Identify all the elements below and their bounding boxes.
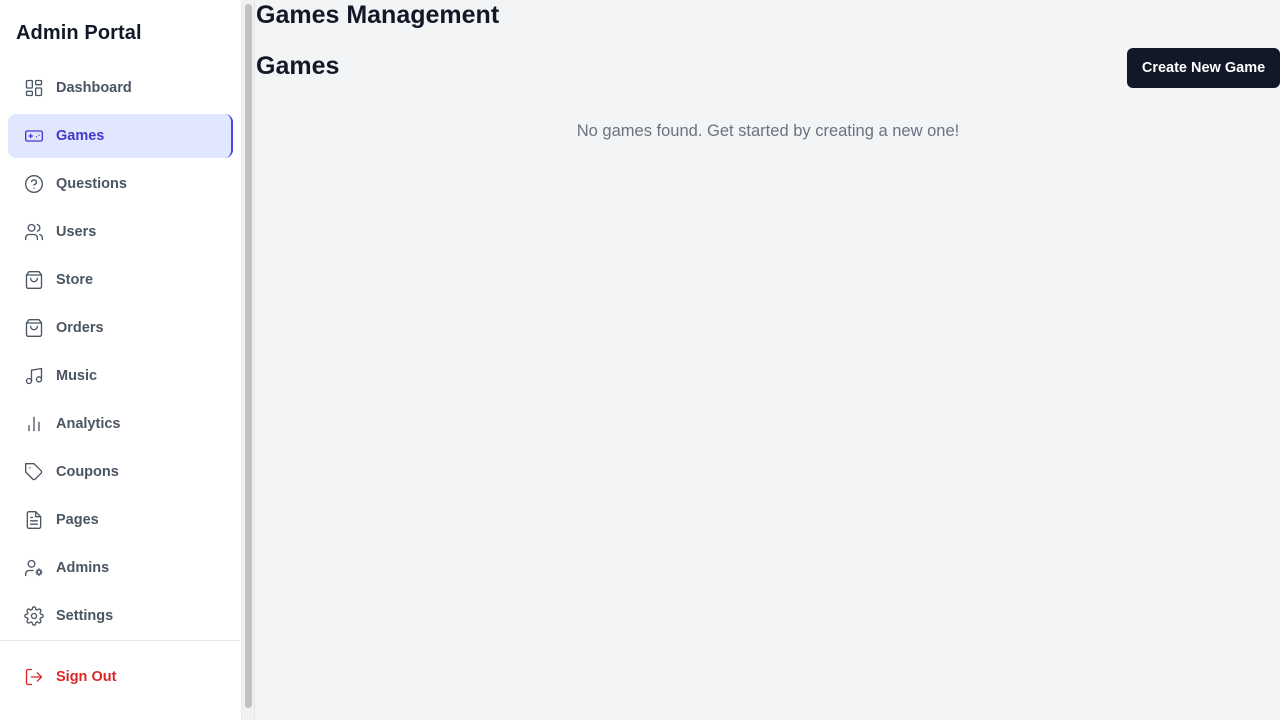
sidebar-nav: Dashboard Games Questions Users Store Or… xyxy=(8,66,233,642)
sidebar-item-label: Admins xyxy=(56,560,110,576)
log-out-icon xyxy=(24,667,44,687)
shopping-bag-icon xyxy=(24,318,44,338)
sidebar-item-users[interactable]: Users xyxy=(8,210,233,254)
sidebar-item-label: Games xyxy=(56,128,105,144)
user-cog-icon xyxy=(24,558,44,578)
sidebar-item-label: Dashboard xyxy=(56,80,132,96)
brand-title: Admin Portal xyxy=(16,22,142,44)
sidebar-item-questions[interactable]: Questions xyxy=(8,162,233,206)
sidebar-item-label: Users xyxy=(56,224,97,240)
create-new-game-button[interactable]: Create New Game xyxy=(1127,48,1280,88)
page-title: Games Management xyxy=(256,1,500,29)
sidebar-item-label: Analytics xyxy=(56,416,121,432)
sidebar-item-label: Store xyxy=(56,272,94,288)
shopping-bag-icon xyxy=(24,270,44,290)
sidebar-item-label: Settings xyxy=(56,608,114,624)
sidebar-item-admins[interactable]: Admins xyxy=(8,546,233,590)
sidebar-item-label: Music xyxy=(56,368,98,384)
sidebar-item-music[interactable]: Music xyxy=(8,354,233,398)
dashboard-icon xyxy=(24,78,44,98)
sidebar-item-analytics[interactable]: Analytics xyxy=(8,402,233,446)
gear-icon xyxy=(24,606,44,626)
sidebar-divider xyxy=(0,640,241,641)
tag-icon xyxy=(24,462,44,482)
sidebar: Admin Portal Dashboard Games Questions U… xyxy=(0,0,242,720)
question-circle-icon xyxy=(24,174,44,194)
sign-out-button[interactable]: Sign Out xyxy=(8,655,233,699)
sidebar-item-label: Questions xyxy=(56,176,127,192)
app-root: Admin Portal Dashboard Games Questions U… xyxy=(0,0,1280,720)
sign-out-label: Sign Out xyxy=(56,669,117,685)
sidebar-item-label: Orders xyxy=(56,320,104,336)
sidebar-item-settings[interactable]: Settings xyxy=(8,594,233,638)
main-content: Games Management Games Create New Game N… xyxy=(256,0,1280,720)
sidebar-item-orders[interactable]: Orders xyxy=(8,306,233,350)
gamepad-icon xyxy=(24,126,44,146)
section-title: Games xyxy=(256,52,340,80)
users-icon xyxy=(24,222,44,242)
sidebar-item-games[interactable]: Games xyxy=(8,114,233,158)
empty-state-message: No games found. Get started by creating … xyxy=(576,122,960,140)
sidebar-item-label: Coupons xyxy=(56,464,119,480)
sidebar-item-coupons[interactable]: Coupons xyxy=(8,450,233,494)
scrollbar-thumb[interactable] xyxy=(245,4,252,708)
file-text-icon xyxy=(24,510,44,530)
sidebar-scrollbar[interactable] xyxy=(242,0,255,720)
sidebar-item-dashboard[interactable]: Dashboard xyxy=(8,66,233,110)
bar-chart-icon xyxy=(24,414,44,434)
sidebar-item-pages[interactable]: Pages xyxy=(8,498,233,542)
music-icon xyxy=(24,366,44,386)
sidebar-item-label: Pages xyxy=(56,512,99,528)
sidebar-item-store[interactable]: Store xyxy=(8,258,233,302)
